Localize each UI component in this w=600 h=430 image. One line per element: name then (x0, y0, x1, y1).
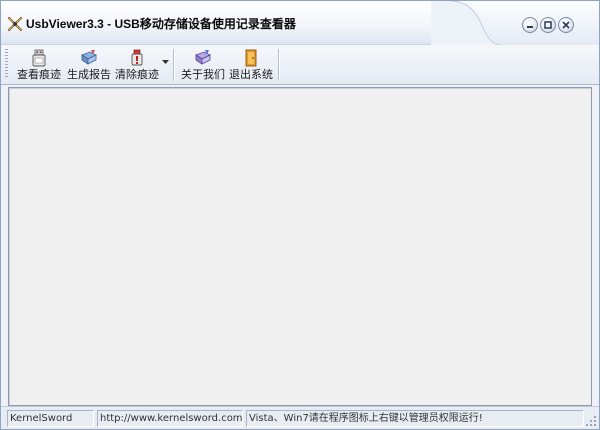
generate-report-label: 生成报告 (67, 68, 111, 81)
view-traces-label: 查看痕迹 (17, 68, 61, 81)
minimize-button[interactable] (522, 17, 538, 33)
toolbar-separator (173, 49, 174, 81)
resize-grip-icon[interactable] (585, 415, 597, 427)
toolbar: 查看痕迹 生成报告 清除痕迹 关于我们 退出系统 (1, 45, 599, 85)
clear-traces-label: 清除痕迹 (115, 68, 159, 81)
about-icon (195, 50, 211, 65)
app-window: UsbViewer3.3 - USB移动存储设备使用记录查看器 查看痕迹 生成报… (0, 0, 600, 430)
report-icon (81, 50, 97, 65)
maximize-icon (544, 21, 552, 29)
main-content-area[interactable] (8, 87, 592, 406)
title-curve-decoration (431, 1, 501, 45)
chevron-down-icon[interactable] (162, 60, 169, 65)
usb-viewer-app-icon (7, 16, 23, 32)
generate-report-button[interactable]: 生成报告 (65, 47, 113, 83)
maximize-button[interactable] (540, 17, 556, 33)
minimize-icon (527, 26, 533, 28)
status-author: KernelSword (7, 410, 94, 427)
about-us-button[interactable]: 关于我们 (179, 47, 227, 83)
clear-traces-button[interactable]: 清除痕迹 (113, 47, 161, 83)
toolbar-separator (278, 49, 279, 81)
exit-door-icon (245, 49, 257, 67)
about-us-label: 关于我们 (181, 68, 225, 81)
close-icon (562, 21, 570, 29)
clear-usb-icon (131, 49, 143, 66)
window-title: UsbViewer3.3 - USB移动存储设备使用记录查看器 (26, 17, 296, 31)
status-tip: Vista、Win7请在程序图标上右键以管理员权限运行! (246, 410, 584, 427)
toolbar-grip[interactable] (5, 49, 8, 79)
close-button[interactable] (558, 17, 574, 33)
status-bar: KernelSword http://www.kernelsword.com V… (1, 406, 599, 429)
exit-system-label: 退出系统 (229, 68, 273, 81)
status-website: http://www.kernelsword.com (97, 410, 243, 427)
title-bar[interactable]: UsbViewer3.3 - USB移动存储设备使用记录查看器 (1, 1, 599, 45)
usb-drive-icon (32, 49, 46, 67)
view-traces-button[interactable]: 查看痕迹 (15, 47, 63, 83)
exit-system-button[interactable]: 退出系统 (227, 47, 275, 83)
